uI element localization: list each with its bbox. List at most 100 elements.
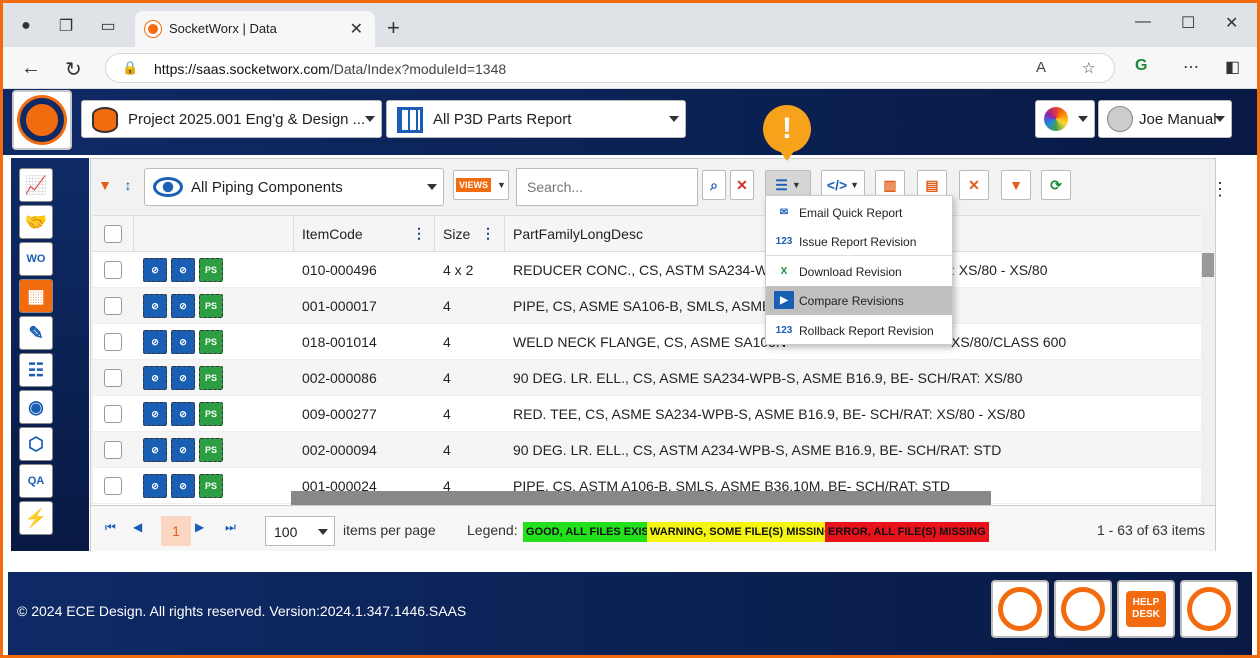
data-module-icon[interactable]: ▦: [19, 279, 53, 313]
ps-status-icon[interactable]: PS: [199, 330, 223, 354]
analytics-chart-icon[interactable]: 📈: [19, 168, 53, 202]
lightning-icon[interactable]: ⚡: [19, 501, 53, 535]
column-itemcode[interactable]: ItemCode ⋮: [294, 216, 435, 252]
expand-collapse-icon[interactable]: ✕: [959, 170, 989, 200]
project-dropdown[interactable]: Project 2025.001 Eng'g & Design ...: [81, 100, 382, 138]
ps-status-icon[interactable]: PS: [199, 474, 223, 498]
ps-status-icon[interactable]: PS: [199, 294, 223, 318]
row-checkbox[interactable]: [104, 297, 122, 315]
table-row[interactable]: ⊘ ⊘ PS 001-000017 4 PIPE, CS, ASME SA106-B, S…: [93, 288, 1201, 324]
new-tab-icon[interactable]: +: [387, 15, 400, 41]
next-page-icon[interactable]: ▶: [195, 520, 204, 534]
row-checkbox[interactable]: [104, 405, 122, 423]
url-field[interactable]: 🔒 https://saas.socketworx.com/Data/Index…: [105, 53, 1115, 83]
read-aloud-icon[interactable]: A: [1036, 59, 1046, 76]
clear-search-icon[interactable]: ✕: [730, 170, 754, 200]
socketworx-logo[interactable]: [12, 90, 72, 150]
3d-cube-icon[interactable]: ⬡: [19, 427, 53, 461]
row-checkbox[interactable]: [104, 333, 122, 351]
ps-status-icon[interactable]: PS: [199, 438, 223, 462]
work-order-icon[interactable]: WO: [19, 242, 53, 276]
filter-icon[interactable]: ▼: [95, 170, 115, 200]
row-checkbox[interactable]: [104, 369, 122, 387]
drawing-search-icon[interactable]: QA: [19, 464, 53, 498]
remove-attachment-icon[interactable]: ⊘: [171, 474, 195, 498]
prev-page-icon[interactable]: ◀: [133, 520, 142, 534]
vertical-scrollbar[interactable]: [1201, 215, 1215, 505]
ps-status-icon[interactable]: PS: [199, 258, 223, 282]
help-desk-button[interactable]: HELP DESK: [1117, 580, 1175, 638]
page-size-dropdown[interactable]: 100: [265, 516, 335, 546]
clear-filter-icon[interactable]: ▼: [1001, 170, 1031, 200]
refresh-icon[interactable]: ↻: [65, 57, 82, 82]
row-checkbox[interactable]: [104, 261, 122, 279]
browser-tab[interactable]: SocketWorx | Data ✕: [135, 11, 375, 47]
sidebar-toggle-icon[interactable]: ◧: [1225, 57, 1240, 77]
remove-attachment-icon[interactable]: ⊘: [171, 294, 195, 318]
search-icon[interactable]: ⌕: [702, 170, 726, 200]
horizontal-scrollbar[interactable]: [291, 491, 991, 505]
table-row[interactable]: ⊘ ⊘ PS 002-000094 4 90 DEG. LR. ELL., CS, AST…: [93, 432, 1201, 468]
column-size[interactable]: Size ⋮: [435, 216, 505, 252]
handshake-icon[interactable]: 🤝: [19, 205, 53, 239]
settings-button[interactable]: [1180, 580, 1238, 638]
menu-item-compare-revisions[interactable]: ▶ Compare Revisions: [766, 286, 952, 315]
table-row[interactable]: ⊘ ⊘ PS 009-000277 4 RED. TEE, CS, ASME SA234-…: [93, 396, 1201, 432]
grammarly-icon[interactable]: G: [1135, 57, 1147, 75]
attachment-icon[interactable]: ⊘: [143, 330, 167, 354]
search-box[interactable]: [516, 168, 698, 206]
remove-attachment-icon[interactable]: ⊘: [171, 438, 195, 462]
column-menu-icon[interactable]: ⋮: [412, 225, 426, 242]
last-page-icon[interactable]: ⏭: [225, 520, 236, 535]
sync-refresh-icon[interactable]: ⟳: [1041, 170, 1071, 200]
attachment-icon[interactable]: ⊘: [143, 402, 167, 426]
row-checkbox[interactable]: [104, 477, 122, 495]
ps-status-icon[interactable]: PS: [199, 402, 223, 426]
tab-actions-icon[interactable]: ▭: [95, 13, 121, 39]
menu-item-email-quick-report[interactable]: ✉ Email Quick Report: [766, 198, 952, 227]
menu-item-issue-report-revision[interactable]: 123 Issue Report Revision: [766, 227, 952, 256]
component-filter-dropdown[interactable]: All Piping Components: [144, 168, 444, 206]
attachment-icon[interactable]: ⊘: [143, 258, 167, 282]
attachment-icon[interactable]: ⊘: [143, 474, 167, 498]
toolbar-more-icon[interactable]: ⋮: [1211, 179, 1229, 200]
table-row[interactable]: ⊘ ⊘ PS 018-001014 4 WELD NECK FLANGE, CS, ASM…: [93, 324, 1201, 360]
select-all-checkbox[interactable]: [104, 225, 122, 243]
about-help-button[interactable]: [991, 580, 1049, 638]
attachment-icon[interactable]: ⊘: [143, 438, 167, 462]
profile-icon[interactable]: ●: [13, 13, 39, 39]
report-help-button[interactable]: [1054, 580, 1112, 638]
search-input[interactable]: [527, 170, 697, 204]
sort-az-icon[interactable]: ↕: [117, 170, 139, 200]
maximize-icon[interactable]: ☐: [1181, 13, 1195, 33]
column-menu-icon[interactable]: ⋮: [481, 225, 495, 242]
attachment-icon[interactable]: ⊘: [143, 366, 167, 390]
remove-attachment-icon[interactable]: ⊘: [171, 330, 195, 354]
favorite-star-icon[interactable]: ☆: [1082, 59, 1095, 77]
views-dropdown[interactable]: VIEWS ▼: [453, 170, 509, 200]
user-menu[interactable]: Joe Manual: [1098, 100, 1232, 138]
attachment-icon[interactable]: ⊘: [143, 294, 167, 318]
camera-icon[interactable]: ◉: [19, 390, 53, 424]
remove-attachment-icon[interactable]: ⊘: [171, 258, 195, 282]
first-page-icon[interactable]: ⏮: [105, 520, 116, 535]
table-row[interactable]: ⊘ ⊘ PS 010-000496 4 x 2 REDUCER CONC., CS, AS…: [93, 252, 1201, 288]
back-icon[interactable]: ←: [21, 57, 41, 80]
menu-item-rollback-report-revision[interactable]: 123 Rollback Report Revision: [766, 316, 952, 345]
table-row[interactable]: ⊘ ⊘ PS 002-000086 4 90 DEG. LR. ELL., CS, ASM…: [93, 360, 1201, 396]
row-checkbox[interactable]: [104, 441, 122, 459]
theme-picker[interactable]: [1035, 100, 1095, 138]
workspaces-icon[interactable]: ❐: [53, 13, 79, 39]
close-window-icon[interactable]: ✕: [1225, 13, 1238, 33]
report-dropdown[interactable]: All P3D Parts Report: [386, 100, 686, 138]
menu-item-download-revision[interactable]: X Download Revision: [766, 257, 952, 286]
tag-edit-icon[interactable]: ✎: [19, 316, 53, 350]
current-page[interactable]: 1: [161, 516, 191, 546]
report-list-icon[interactable]: ☷: [19, 353, 53, 387]
remove-attachment-icon[interactable]: ⊘: [171, 402, 195, 426]
more-menu-icon[interactable]: ⋯: [1183, 57, 1199, 77]
minimize-icon[interactable]: —: [1135, 13, 1151, 31]
ps-status-icon[interactable]: PS: [199, 366, 223, 390]
close-tab-icon[interactable]: ✕: [350, 19, 363, 39]
remove-attachment-icon[interactable]: ⊘: [171, 366, 195, 390]
